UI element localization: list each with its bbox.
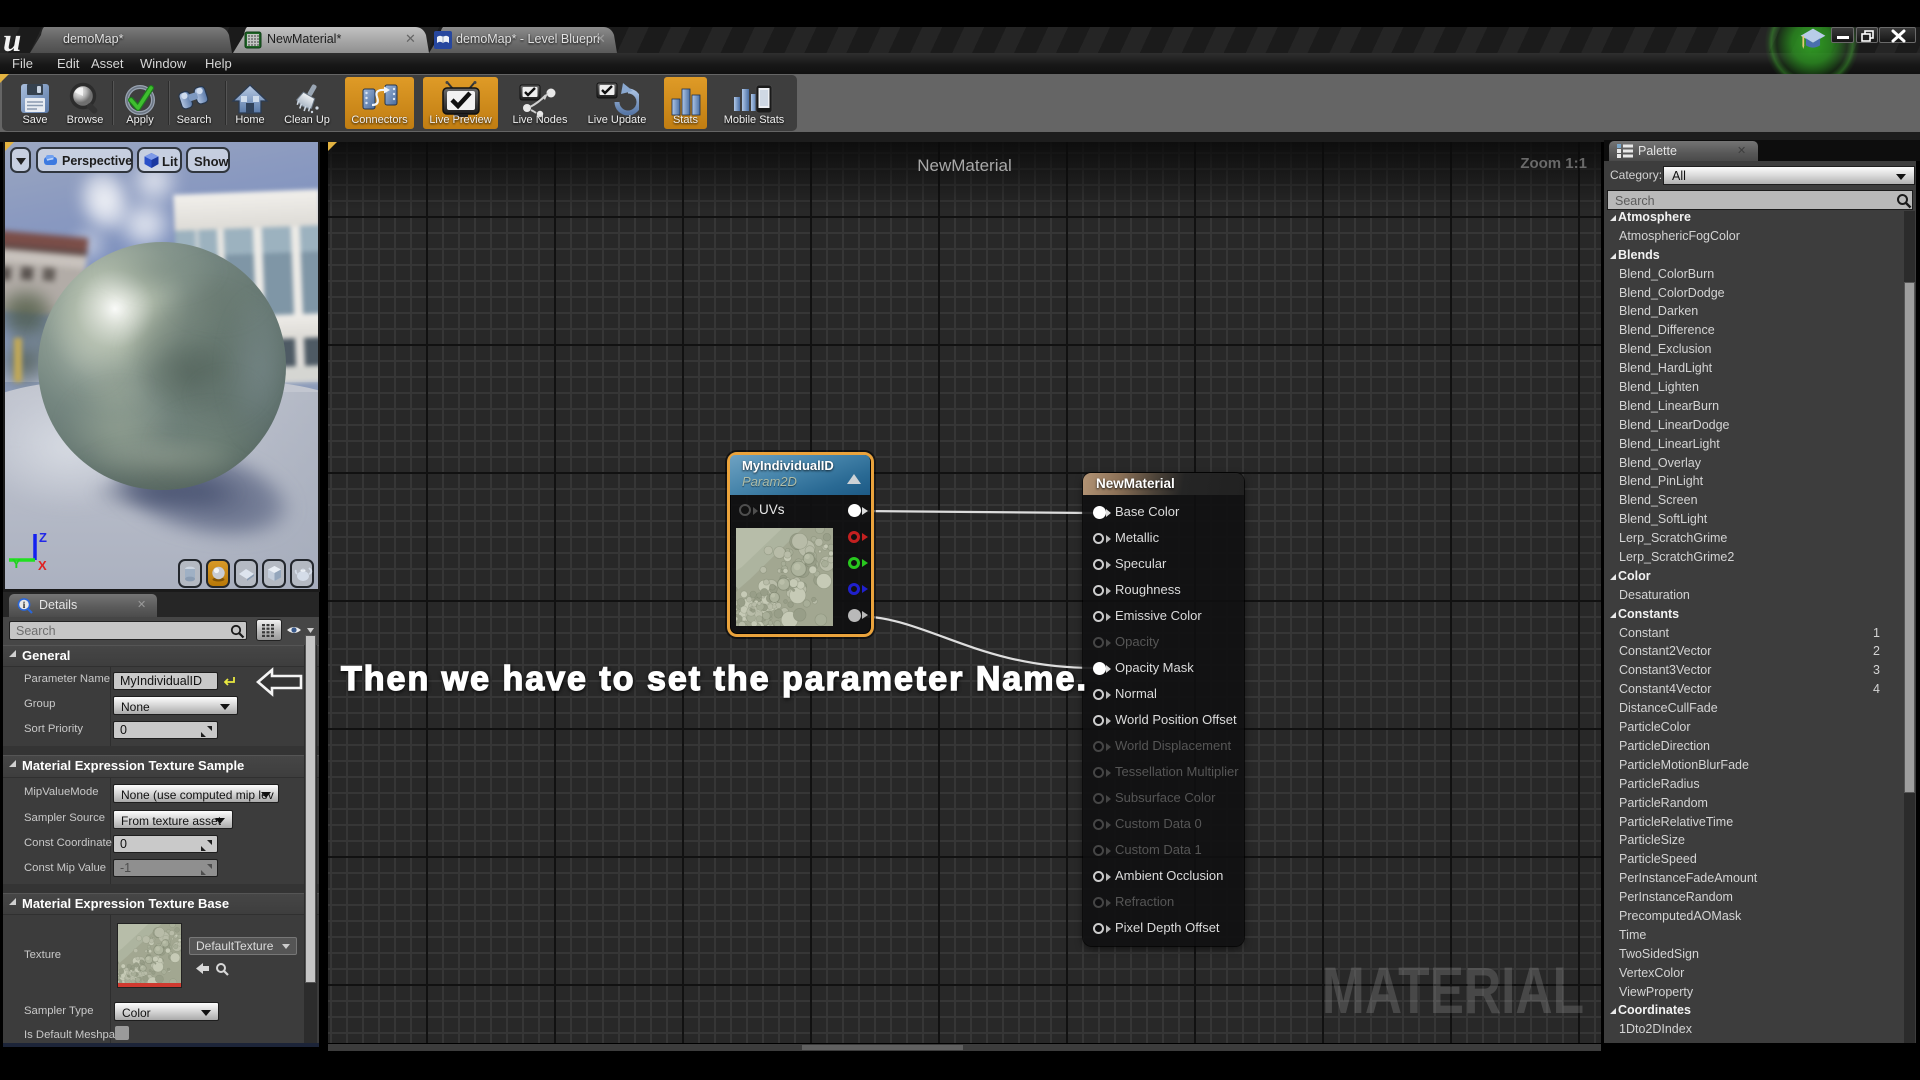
svg-text:Z: Z <box>39 530 47 545</box>
svg-text:X: X <box>38 558 47 570</box>
svg-text:Y: Y <box>12 556 21 570</box>
